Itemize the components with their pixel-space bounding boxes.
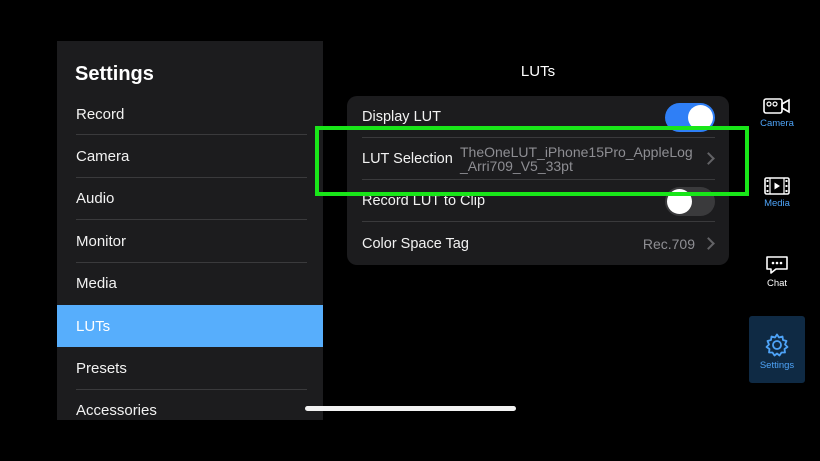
lut-settings-card: Display LUT LUT Selection TheOneLUT_iPho…	[347, 96, 729, 265]
record-lut-label: Record LUT to Clip	[362, 193, 486, 209]
color-space-row[interactable]: Color Space Tag Rec.709	[347, 223, 729, 265]
toggle-knob	[688, 104, 713, 130]
nav-camera-label: Camera	[760, 118, 794, 129]
nav-camera[interactable]: Camera	[749, 96, 805, 136]
nav-settings[interactable]: Settings	[749, 316, 805, 383]
color-space-label: Color Space Tag	[362, 236, 469, 252]
sidebar-item-audio[interactable]: Audio	[57, 178, 323, 221]
sidebar-item-camera[interactable]: Camera	[57, 135, 323, 179]
sidebar-item-record[interactable]: Record	[57, 93, 323, 136]
lut-selection-row[interactable]: LUT Selection TheOneLUT_iPhone15Pro_Appl…	[347, 138, 729, 180]
display-lut-toggle[interactable]	[665, 102, 715, 132]
record-lut-row: Record LUT to Clip	[347, 180, 729, 222]
nav-media[interactable]: Media	[749, 176, 805, 216]
lut-selection-label: LUT Selection	[362, 151, 453, 167]
sidebar-item-media[interactable]: Media	[57, 263, 323, 305]
nav-chat-label: Chat	[766, 278, 788, 289]
sidebar-item-monitor[interactable]: Monitor	[57, 220, 323, 263]
film-icon	[764, 177, 790, 195]
chat-icon	[766, 256, 788, 274]
lut-selection-value: TheOneLUT_iPhone15Pro_AppleLog_Arri709_V…	[460, 144, 693, 174]
display-lut-label: Display LUT	[362, 109, 441, 125]
camera-icon	[763, 98, 790, 114]
record-lut-toggle[interactable]	[665, 186, 715, 216]
sidebar-item-presets[interactable]: Presets	[57, 347, 323, 391]
nav-settings-label: Settings	[759, 360, 795, 371]
settings-menu: Record Camera Audio Monitor Media LUTs P…	[57, 93, 323, 420]
sidebar-item-accessories[interactable]: Accessories	[57, 390, 323, 420]
nav-chat[interactable]: Chat	[749, 254, 805, 294]
sidebar-item-luts[interactable]: LUTs	[57, 304, 323, 348]
settings-sidebar: Settings Record Camera Audio Monitor Med…	[57, 41, 323, 420]
color-space-value: Rec.709	[642, 236, 695, 252]
home-indicator[interactable]	[305, 406, 516, 411]
gear-icon	[765, 333, 789, 357]
nav-media-label: Media	[764, 198, 790, 209]
page-title: LUTs	[520, 63, 556, 80]
toggle-knob	[667, 188, 692, 214]
chevron-right-icon	[702, 152, 715, 165]
sidebar-title: Settings	[75, 63, 154, 85]
chevron-right-icon	[702, 237, 715, 250]
display-lut-row: Display LUT	[347, 96, 729, 138]
